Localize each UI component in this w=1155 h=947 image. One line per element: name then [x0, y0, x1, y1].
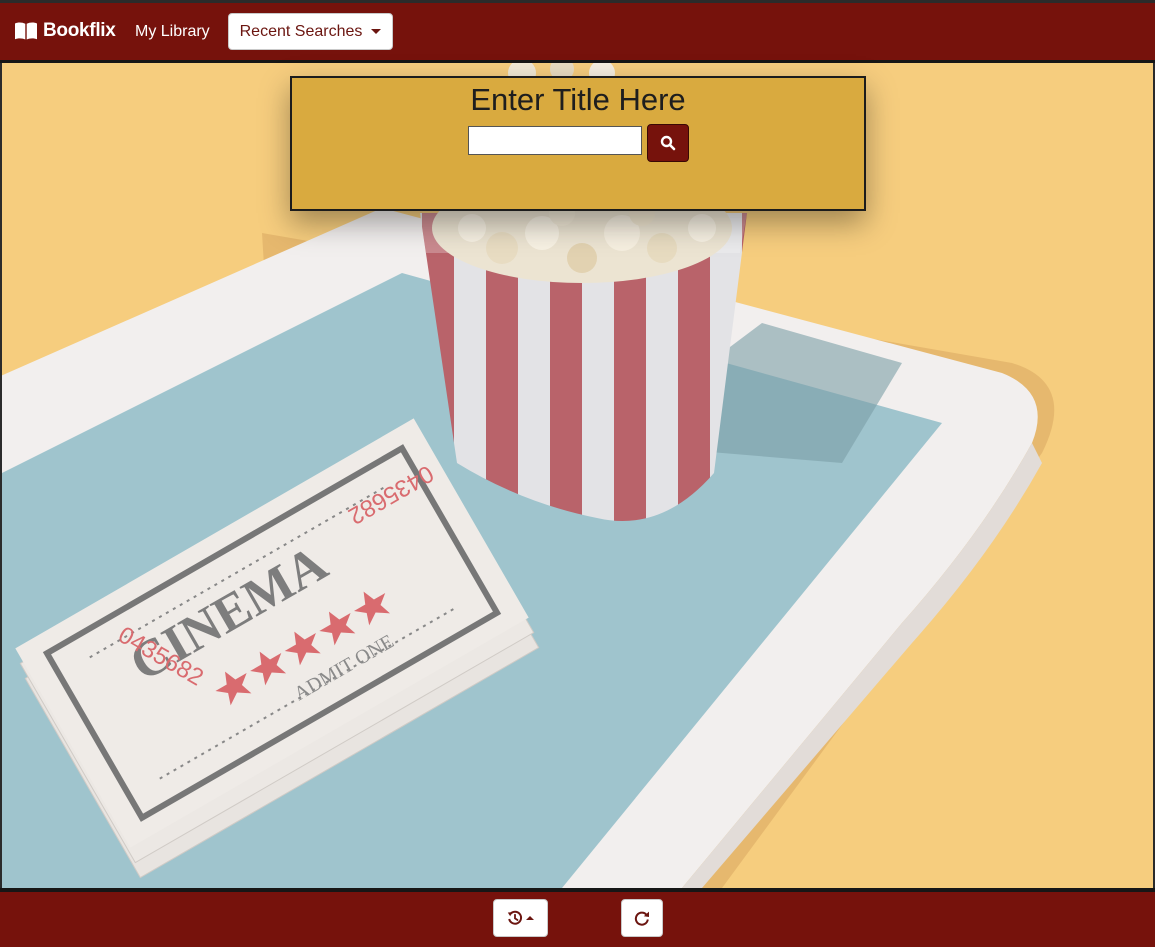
history-dropup-button[interactable]	[493, 899, 548, 937]
bottom-toolbar	[0, 888, 1155, 947]
search-panel: Enter Title Here	[290, 76, 866, 211]
recent-searches-dropdown[interactable]: Recent Searches	[228, 13, 393, 50]
redo-icon	[634, 911, 649, 926]
top-navbar: Bookflix My Library Recent Searches	[0, 3, 1155, 63]
recent-searches-label: Recent Searches	[239, 22, 363, 40]
book-open-icon	[15, 22, 37, 40]
search-title: Enter Title Here	[470, 82, 686, 117]
search-button[interactable]	[647, 124, 689, 162]
my-library-link[interactable]: My Library	[135, 23, 210, 41]
chevron-up-icon	[526, 916, 534, 920]
redo-button[interactable]	[621, 899, 663, 937]
chevron-down-icon	[371, 29, 382, 34]
app-window: Bookflix My Library Recent Searches CINE…	[0, 0, 1155, 947]
search-icon	[660, 135, 676, 151]
brand-name: Bookflix	[43, 20, 116, 41]
title-search-input[interactable]	[468, 126, 642, 155]
brand-link[interactable]: Bookflix	[14, 20, 116, 42]
history-icon	[507, 910, 523, 925]
